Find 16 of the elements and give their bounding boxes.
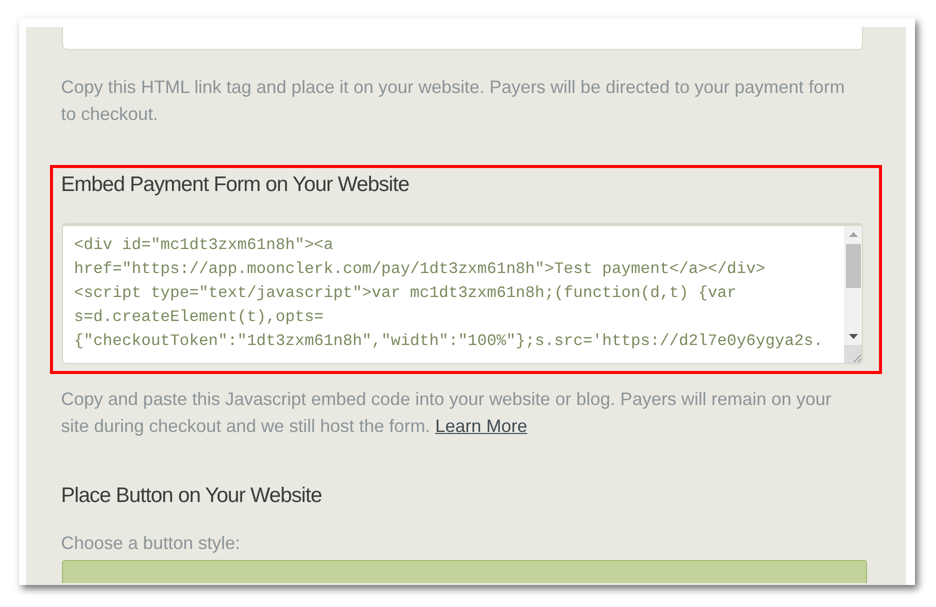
code-line: {"checkoutToken":"1dt3zxm61n8h","width":"100%"};s.src='https://d2l7e0y6ygya2s.	[74, 331, 823, 352]
section-heading: Embed Payment Form on Your Website	[61, 172, 410, 198]
code-line: s=d.createElement(t),opts=	[74, 307, 324, 328]
resize-grip-icon[interactable]	[844, 345, 862, 363]
field-label: Choose a button style:	[61, 532, 240, 555]
embed-instructions: Copy and paste this Javascript embed code into your website or blog. Payers will remain on your site during checkout and we still host the form. Learn More	[61, 388, 832, 438]
learn-more-link[interactable]: Learn More	[435, 416, 528, 436]
code-line: href="https://app.moonclerk.com/pay/1dt3zxm61n8h">Test payment</a></div>	[74, 259, 766, 280]
button-style-select[interactable]	[62, 560, 867, 583]
scrollbar-thumb[interactable]	[846, 244, 860, 288]
link-instructions: Copy this HTML link tag and place it on your website. Payers will be directed to your payment form to checkout.	[61, 76, 846, 126]
code-line: <script type="text/javascript">var mc1dt3zxm61n8h;(function(d,t) {var	[74, 283, 737, 304]
code-line: <div id="mc1dt3zxm61n8h"><a	[74, 235, 334, 256]
embed-code-field[interactable]	[62, 223, 863, 364]
link-code-field[interactable]	[62, 27, 863, 50]
section-heading: Place Button on Your Website	[61, 483, 322, 509]
